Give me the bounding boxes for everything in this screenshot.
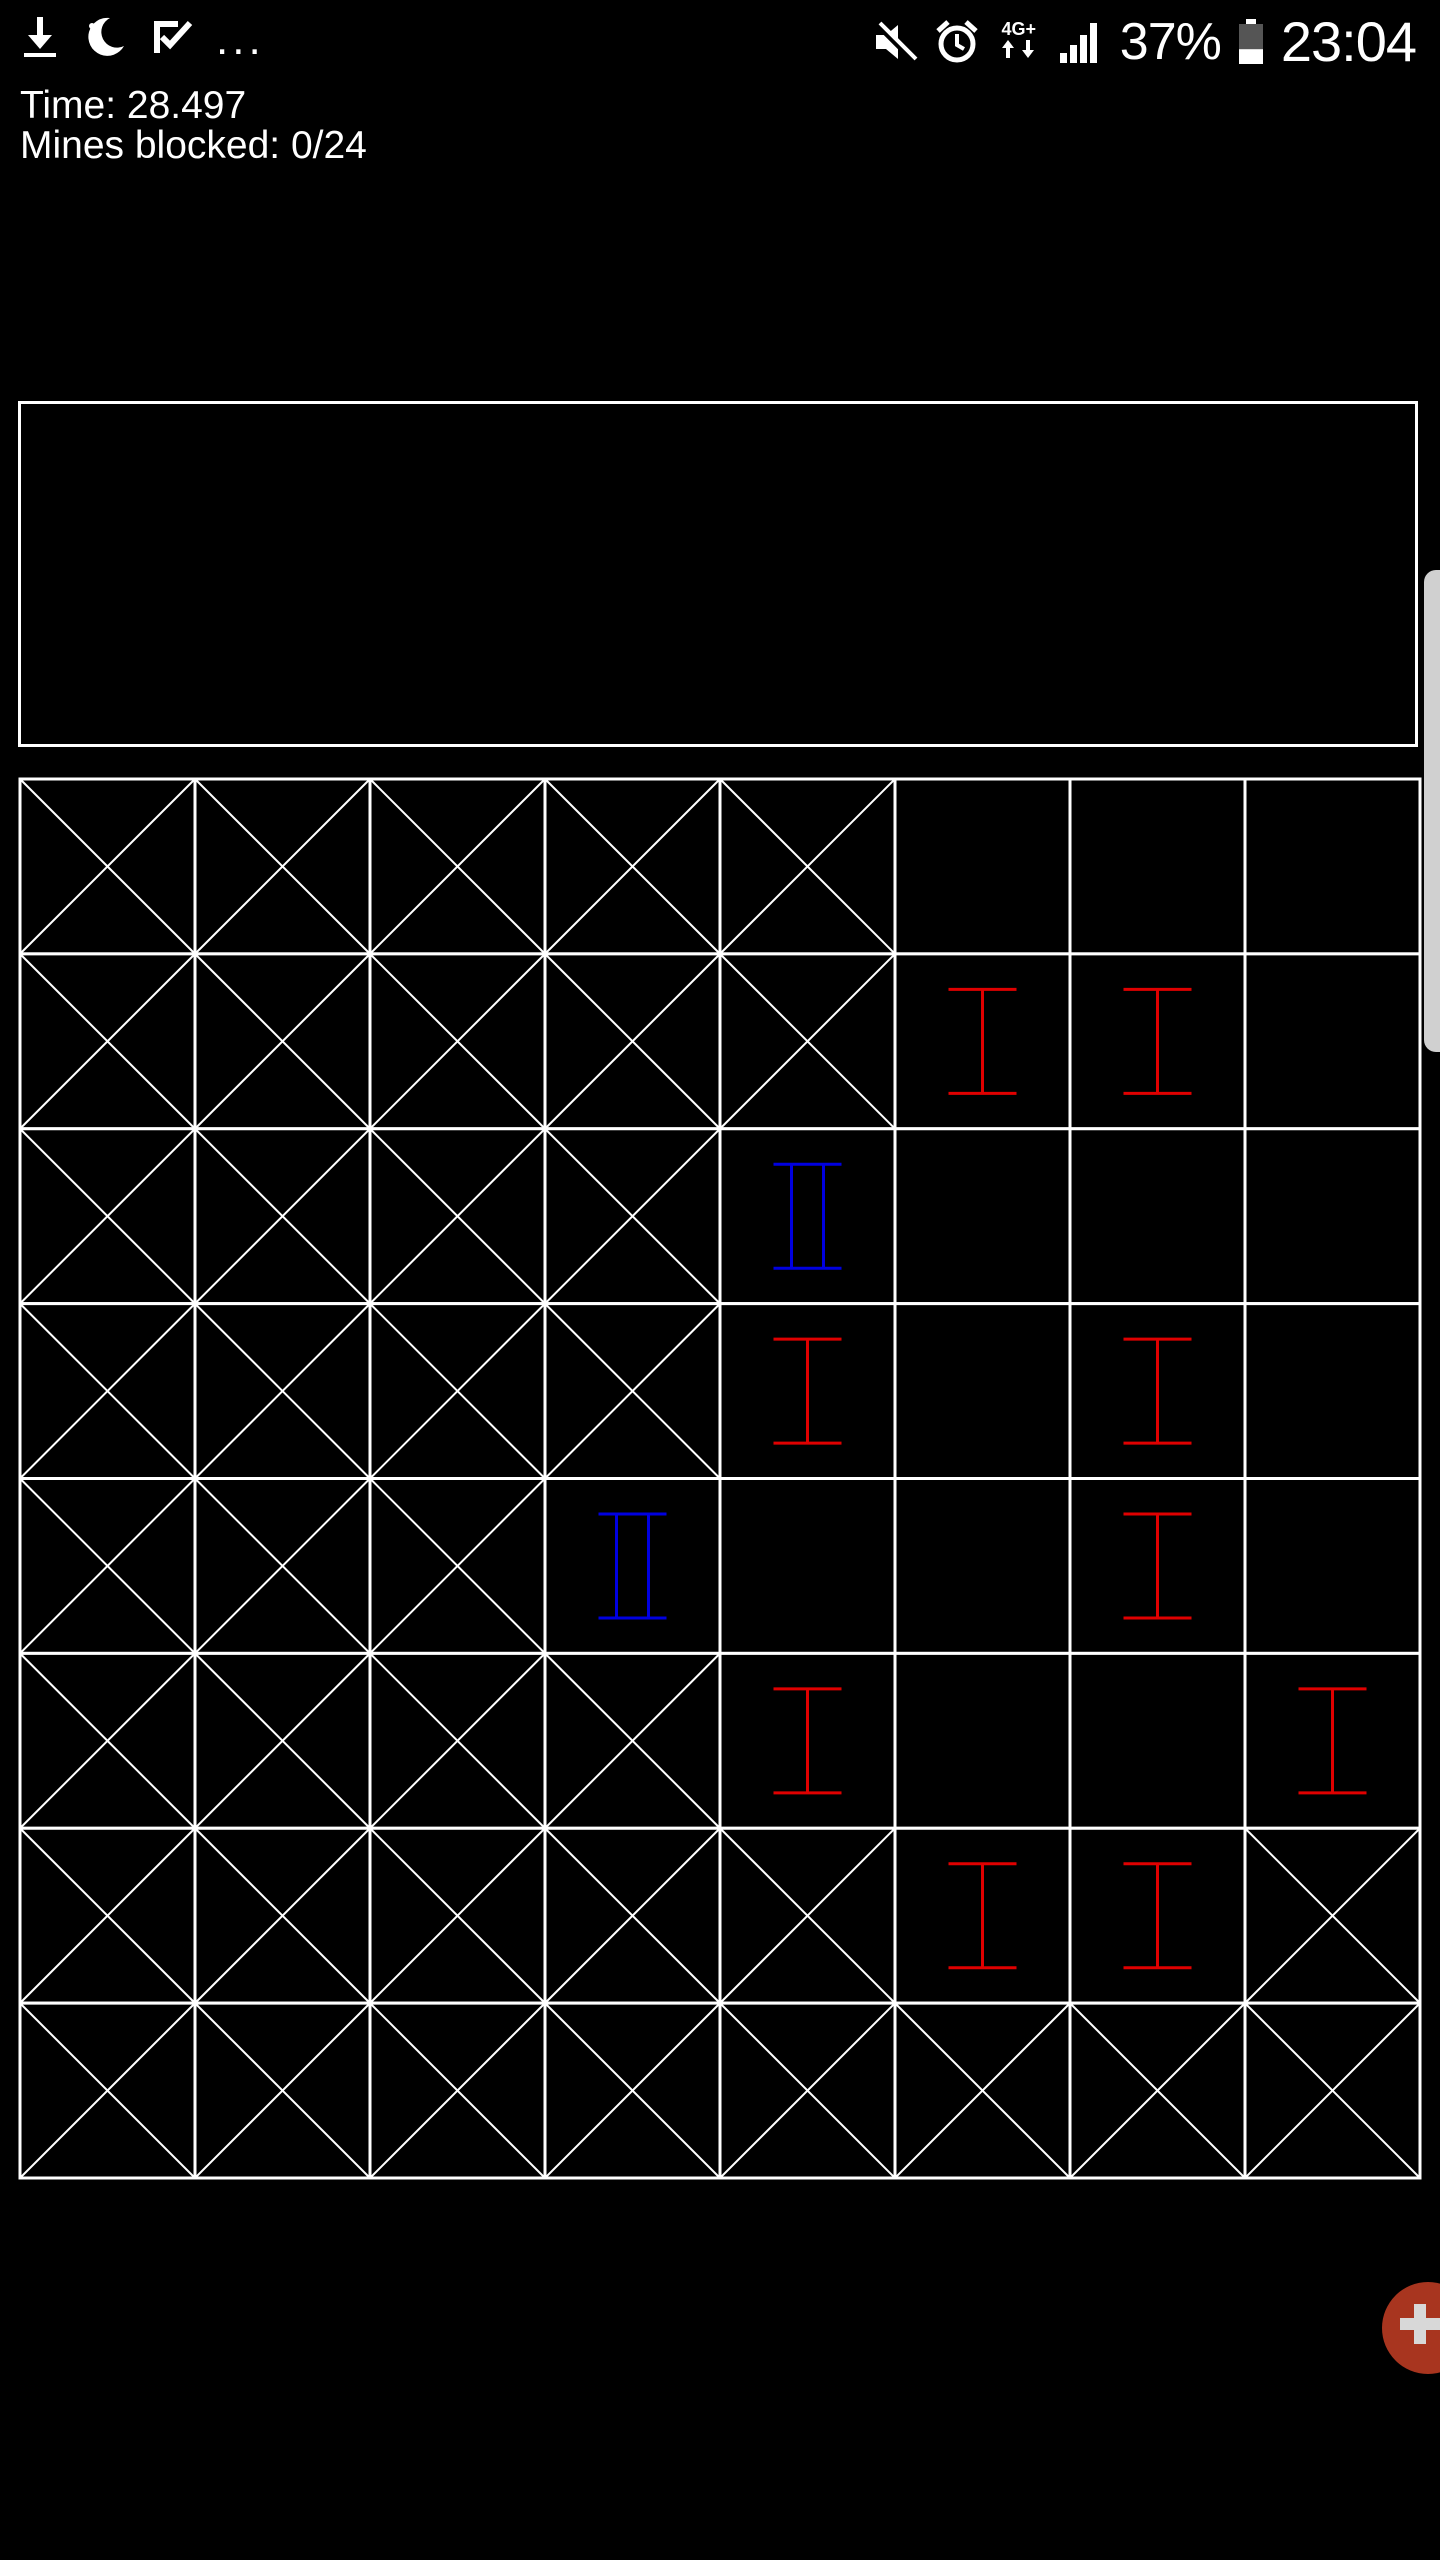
signal-icon [1059,23,1097,63]
game-launcher-button[interactable] [1382,2282,1440,2374]
board-cell[interactable] [368,1651,547,1830]
status-bar-left: ... [20,14,265,64]
board-cell[interactable] [893,1477,1072,1655]
board-cell[interactable] [893,952,1072,1131]
board-cell[interactable] [893,1127,1072,1306]
status-bar: ... 4G+ 37% 23:04 [0,0,1440,84]
gamepad-plus-icon [1400,2304,1440,2344]
board-cell[interactable] [1243,1477,1422,1655]
board-cell[interactable] [718,1826,897,2005]
board-cell[interactable] [543,1477,722,1655]
board-cell[interactable] [368,1826,547,2005]
board-cell[interactable] [18,1302,197,1480]
board-cell[interactable] [1068,952,1247,1131]
board-cell[interactable] [543,2001,722,2180]
game-board[interactable] [0,0,1440,2560]
board-cell[interactable] [18,952,197,1131]
board-cell[interactable] [893,2001,1072,2180]
board-cell[interactable] [1243,1302,1422,1480]
board-cell[interactable] [1243,777,1422,956]
network-4g-icon: 4G+ [996,20,1042,65]
preview-panel [18,401,1418,747]
board-cell[interactable] [543,952,722,1131]
board-cell[interactable] [193,1651,372,1830]
network-type-label: 4G+ [1001,18,1037,39]
board-cell[interactable] [543,777,722,956]
board-cell[interactable] [893,1651,1072,1830]
board-cell[interactable] [193,1302,372,1480]
board-cell[interactable] [543,1651,722,1830]
board-cell[interactable] [543,1302,722,1480]
board-cell[interactable] [368,1302,547,1480]
board-cell[interactable] [18,777,197,956]
board-cell[interactable] [1068,1826,1247,2005]
mines-blocked-count: Mines blocked: 0/24 [20,124,367,167]
board-cell[interactable] [368,2001,547,2180]
board-cell[interactable] [893,1826,1072,2005]
edge-scroll-handle[interactable] [1424,570,1440,1052]
board-cell[interactable] [543,1826,722,2005]
board-cell[interactable] [718,1127,897,1306]
board-cell[interactable] [718,952,897,1131]
board-cell[interactable] [368,1477,547,1655]
elapsed-time: Time: 28.497 [20,84,247,127]
board-cell[interactable] [193,2001,372,2180]
board-cell[interactable] [1068,1127,1247,1306]
board-cell[interactable] [18,1651,197,1830]
board-cell[interactable] [18,1127,197,1306]
board-cell[interactable] [193,1127,372,1306]
board-cell[interactable] [543,1127,722,1306]
board-cell[interactable] [718,1477,897,1655]
board-cell[interactable] [718,1302,897,1480]
board-cell[interactable] [1243,952,1422,1131]
board-cell[interactable] [18,1477,197,1655]
board-cell[interactable] [368,952,547,1131]
board-cell[interactable] [193,1826,372,2005]
status-more-indicator: ... [216,15,265,64]
board-cell[interactable] [368,1127,547,1306]
board-cell[interactable] [893,1302,1072,1480]
board-cell[interactable] [1068,2001,1247,2180]
board-cell[interactable] [1243,1826,1422,2005]
board-cell[interactable] [1068,1477,1247,1655]
board-cell[interactable] [193,952,372,1131]
board-cell[interactable] [718,2001,897,2180]
board-cell[interactable] [1243,1127,1422,1306]
alarm-icon [936,20,978,63]
board-cell[interactable] [18,2001,197,2180]
status-bar-right: 4G+ 37% 23:04 [872,10,1417,74]
task-check-icon [154,20,193,53]
board-cell[interactable] [1068,1651,1247,1830]
board-cell[interactable] [18,1826,197,2005]
battery-icon [1238,19,1263,64]
board-cell[interactable] [368,777,547,956]
board-cell[interactable] [718,777,897,956]
night-mode-icon [88,17,124,56]
status-clock: 23:04 [1280,10,1417,73]
game-info: Time: 28.497 Mines blocked: 0/24 [20,86,367,166]
board-cell[interactable] [193,1477,372,1655]
download-icon [24,17,56,57]
board-cell[interactable] [1068,777,1247,956]
board-cell[interactable] [1068,1302,1247,1480]
battery-percent: 37% [1119,13,1222,71]
board-cell[interactable] [1243,2001,1422,2180]
board-cell[interactable] [193,777,372,956]
board-cell[interactable] [893,777,1072,956]
board-cell[interactable] [1243,1651,1422,1830]
mute-icon [875,21,918,64]
board-cell[interactable] [718,1651,897,1830]
